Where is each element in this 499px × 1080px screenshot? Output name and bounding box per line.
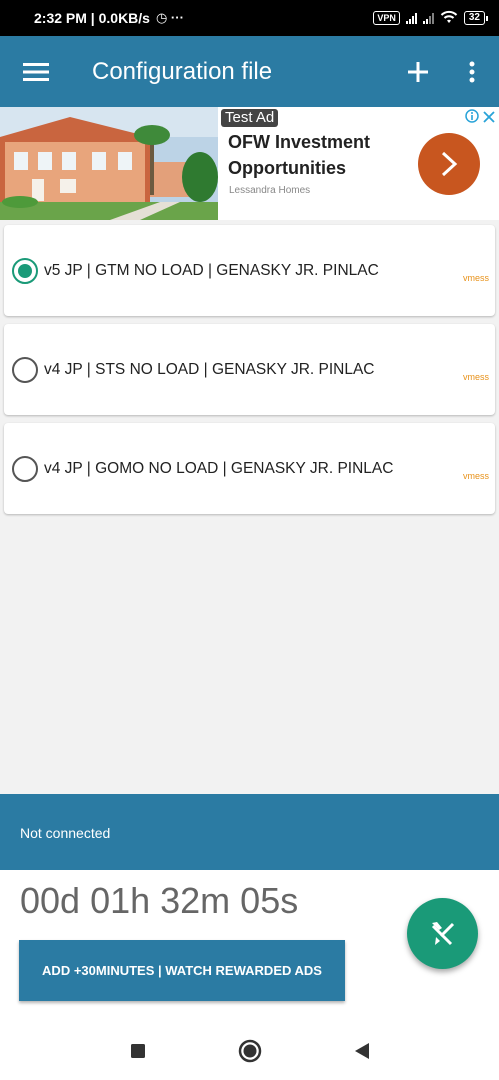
ad-cta-button[interactable] xyxy=(418,133,480,195)
config-type: vmess xyxy=(462,471,489,481)
connect-fab-button[interactable] xyxy=(407,898,478,969)
adchoices-icon[interactable] xyxy=(465,109,479,128)
radio-unselected-icon[interactable] xyxy=(12,357,38,383)
test-ad-label: Test Ad xyxy=(221,109,279,127)
config-name: v4 JP | GOMO NO LOAD | GENASKY JR. PINLA… xyxy=(44,460,394,477)
radio-selected-icon[interactable] xyxy=(12,258,38,284)
ad-advertiser: Lessandra Homes xyxy=(229,185,311,196)
connection-status-bar[interactable]: Not connected xyxy=(0,794,499,870)
battery-icon: 32 xyxy=(463,11,489,25)
airplane-off-icon xyxy=(431,921,454,945)
config-name: v5 JP | GTM NO LOAD | GENASKY JR. PINLAC xyxy=(44,262,379,279)
ad-title[interactable]: OFW Investment Opportunities xyxy=(228,129,408,181)
status-extra-icons: ◷ ··· xyxy=(155,10,184,25)
more-vertical-icon[interactable] xyxy=(445,36,499,107)
connection-status: Not connected xyxy=(20,825,111,841)
ad-image xyxy=(0,107,218,220)
hamburger-menu-icon[interactable] xyxy=(0,36,72,107)
plus-icon[interactable] xyxy=(391,36,445,107)
config-type: vmess xyxy=(462,273,489,283)
remaining-time: 00d 01h 32m 05s xyxy=(20,880,299,921)
signal-2-icon xyxy=(422,12,434,24)
status-time: 2:32 PM | 0.0KB/s xyxy=(34,10,150,26)
vpn-icon: VPN xyxy=(373,11,400,25)
wifi-icon xyxy=(440,10,458,27)
back-icon[interactable] xyxy=(347,1036,377,1066)
app-bar: Configuration file xyxy=(0,36,499,107)
ad-banner[interactable]: Test Ad OFW Investment Opportunities Les… xyxy=(0,107,499,220)
ad-close-icon[interactable] xyxy=(483,110,495,128)
config-item-1[interactable]: v5 JP | GTM NO LOAD | GENASKY JR. PINLAC… xyxy=(4,225,495,316)
status-bar: 2:32 PM | 0.0KB/s ◷ ··· VPN 32 xyxy=(0,0,499,36)
chevron-right-icon xyxy=(441,151,458,177)
recents-icon[interactable] xyxy=(123,1036,153,1066)
watch-rewarded-ads-button[interactable]: ADD +30MINUTES | WATCH REWARDED ADS xyxy=(19,940,345,1001)
home-icon[interactable] xyxy=(235,1036,265,1066)
config-type: vmess xyxy=(462,372,489,382)
config-name: v4 JP | STS NO LOAD | GENASKY JR. PINLAC xyxy=(44,361,375,378)
config-item-2[interactable]: v4 JP | STS NO LOAD | GENASKY JR. PINLAC… xyxy=(4,324,495,415)
radio-unselected-icon[interactable] xyxy=(12,456,38,482)
page-title: Configuration file xyxy=(92,57,273,85)
config-item-3[interactable]: v4 JP | GOMO NO LOAD | GENASKY JR. PINLA… xyxy=(4,423,495,514)
system-nav-bar xyxy=(0,1021,499,1080)
signal-icon xyxy=(405,12,417,24)
